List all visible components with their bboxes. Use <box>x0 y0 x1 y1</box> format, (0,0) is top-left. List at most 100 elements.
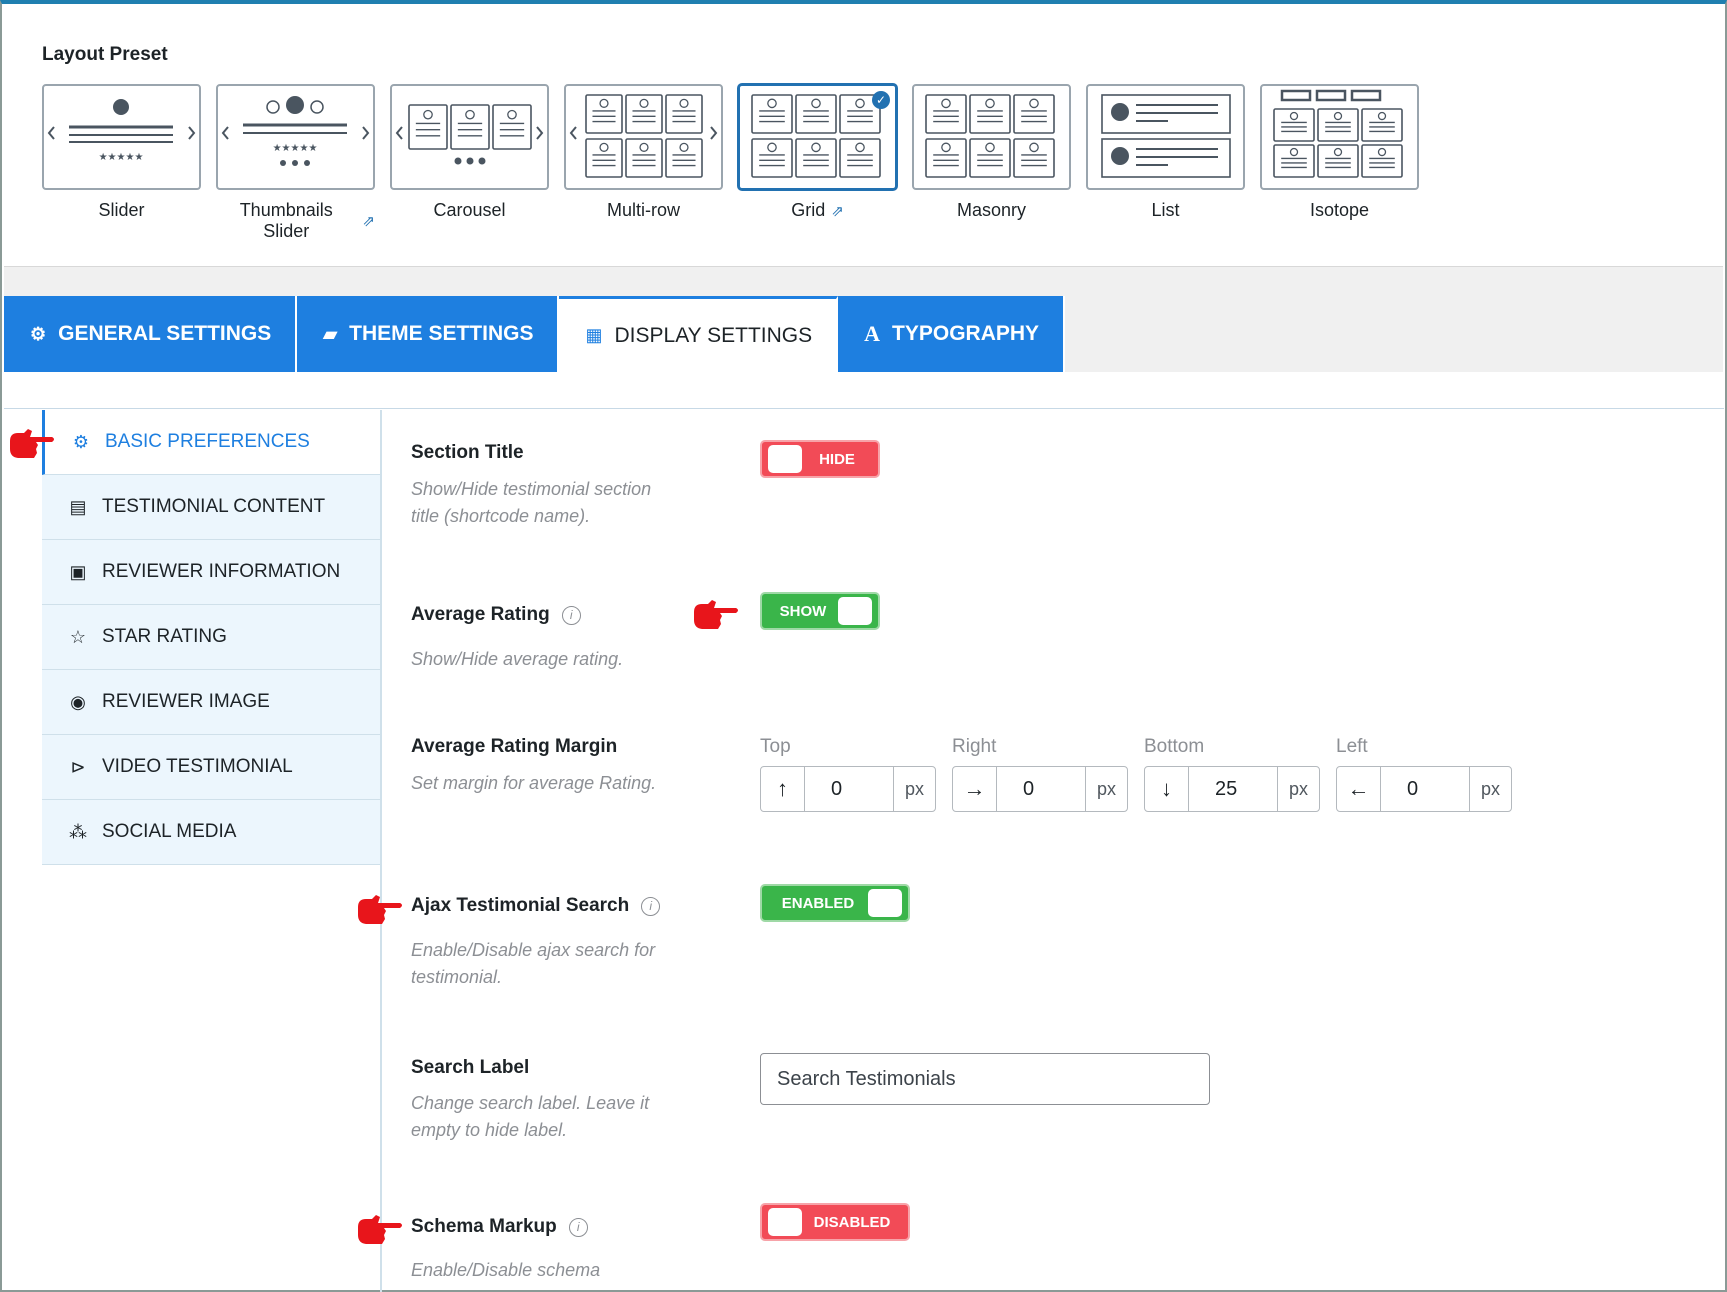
svg-text:★★★★★: ★★★★★ <box>99 152 144 163</box>
section-title-description: Show/Hide testimonial section title (sho… <box>411 479 652 526</box>
gear-icon: ⚙ <box>72 431 90 452</box>
margin-unit: px <box>1085 767 1127 811</box>
margin-unit: px <box>893 767 935 811</box>
sidebar-item-label: VIDEO TESTIMONIAL <box>102 756 293 777</box>
preset-thumbnail[interactable]: ✓ <box>738 84 897 190</box>
preset-label: List <box>1151 200 1179 221</box>
margin-bottom-group: Bottom ↓ 25 px <box>1144 736 1320 812</box>
preset-thumbnail[interactable] <box>1086 84 1245 190</box>
margin-left-group: Left ← 0 px <box>1336 736 1512 812</box>
margin-top-input[interactable]: ↑ 0 px <box>760 766 936 812</box>
average-rating-toggle[interactable]: SHOW <box>760 592 880 630</box>
schema-markup-toggle[interactable]: DISABLED <box>760 1203 910 1241</box>
preset-label-text: Isotope <box>1309 200 1370 220</box>
field-label-text: Average Rating <box>411 604 550 625</box>
margin-value[interactable]: 0 <box>805 778 893 801</box>
preset-thumbnail[interactable]: ★★★★★ <box>42 84 201 190</box>
pointing-hand-icon <box>10 429 54 458</box>
sidebar-item-video-testimonial[interactable]: ⊳ VIDEO TESTIMONIAL <box>42 735 380 800</box>
search-label-description: Change search label. Leave it empty to h… <box>411 1093 650 1140</box>
list-layout-icon <box>1088 85 1243 190</box>
schema-markup-label: Schema Markup i <box>411 1216 588 1238</box>
layout-preset-carousel[interactable]: Carousel <box>390 84 549 242</box>
preset-label: Grid ⇗ <box>791 200 844 221</box>
schema-markup-description: Enable/Disable schema <box>411 1260 601 1280</box>
external-link-icon[interactable]: ⇗ <box>831 202 844 220</box>
average-rating-margin-description: Set margin for average Rating. <box>411 773 657 793</box>
isotope-layout-icon <box>1262 85 1417 190</box>
info-icon[interactable]: i <box>568 1217 588 1237</box>
arrow-up-icon: ↑ <box>761 767 805 811</box>
tab-typography[interactable]: A TYPOGRAPHY <box>838 296 1066 372</box>
info-icon[interactable]: i <box>641 896 661 916</box>
margin-bottom-input[interactable]: ↓ 25 px <box>1144 766 1320 812</box>
typography-icon: A <box>864 321 881 346</box>
sidebar-item-basic-preferences[interactable]: ⚙ BASIC PREFERENCES <box>42 410 380 475</box>
margin-value[interactable]: 25 <box>1189 778 1277 801</box>
preset-label-text: List <box>1151 200 1180 220</box>
preset-label-text: Slider <box>98 200 145 220</box>
sidebar-item-reviewer-image[interactable]: ◉ REVIEWER IMAGE <box>42 670 380 735</box>
user-circle-icon: ◉ <box>70 691 86 712</box>
margin-top-group: Top ↑ 0 px <box>760 736 936 812</box>
margin-left-input[interactable]: ← 0 px <box>1336 766 1512 812</box>
layout-preset-multirow[interactable]: Multi-row <box>564 84 723 242</box>
margin-value[interactable]: 0 <box>1381 778 1469 801</box>
preset-thumbnail[interactable] <box>912 84 1071 190</box>
field-label-text: Section Title <box>411 442 524 463</box>
field-label-text: Search Label <box>411 1057 530 1078</box>
tab-display-settings[interactable]: ▦ DISPLAY SETTINGS <box>559 296 839 372</box>
toggle-knob <box>868 889 902 917</box>
preset-label-text: Grid <box>791 200 826 220</box>
settings-sidebar: ⚙ BASIC PREFERENCES ▤ TESTIMONIAL CONTEN… <box>42 410 382 1292</box>
layout-preset-grid[interactable]: ✓ Grid ⇗ <box>738 84 897 242</box>
layout-preset-masonry[interactable]: Masonry <box>912 84 1071 242</box>
tab-general-settings[interactable]: ⚙ GENERAL SETTINGS <box>4 296 298 372</box>
sidebar-item-testimonial-content[interactable]: ▤ TESTIMONIAL CONTENT <box>42 475 380 540</box>
layout-preset-isotope[interactable]: Isotope <box>1260 84 1419 242</box>
id-card-icon: ▣ <box>69 561 87 582</box>
video-icon: ⊳ <box>70 756 86 777</box>
field-label-text: Ajax Testimonial Search <box>411 895 630 916</box>
section-title-label: Section Title <box>411 442 524 464</box>
external-link-icon[interactable]: ⇗ <box>362 212 375 230</box>
arrow-down-icon: ↓ <box>1145 767 1189 811</box>
thumbs-layout-icon: ★★★★★ <box>218 85 373 190</box>
search-label-input[interactable]: Search Testimonials <box>760 1053 1210 1105</box>
pointing-hand-icon <box>358 1215 402 1244</box>
preset-label: Slider <box>98 200 144 221</box>
arrow-left-icon: ← <box>1337 767 1381 811</box>
check-icon: ✓ <box>872 91 890 109</box>
sidebar-item-social-media[interactable]: ⁂ SOCIAL MEDIA <box>42 800 380 865</box>
tab-theme-settings[interactable]: ▰ THEME SETTINGS <box>297 296 560 372</box>
layout-preset-slider[interactable]: ★★★★★ Slider <box>42 84 201 242</box>
sidebar-item-reviewer-information[interactable]: ▣ REVIEWER INFORMATION <box>42 540 380 605</box>
preset-thumbnail[interactable] <box>564 84 723 190</box>
layout-preset-list[interactable]: List <box>1086 84 1245 242</box>
preset-label-text: Masonry <box>956 200 1027 220</box>
ajax-search-toggle[interactable]: ENABLED <box>760 884 910 922</box>
share-icon: ⁂ <box>69 821 87 842</box>
preset-thumbnail[interactable] <box>1260 84 1419 190</box>
sidebar-item-star-rating[interactable]: ☆ STAR RATING <box>42 605 380 670</box>
sidebar-item-label: REVIEWER IMAGE <box>102 691 270 712</box>
sidebar-item-label: STAR RATING <box>102 626 227 647</box>
theme-icon: ▰ <box>323 323 338 344</box>
comment-icon: ▤ <box>69 496 87 517</box>
arrow-right-icon: → <box>953 767 997 811</box>
preset-thumbnail[interactable] <box>390 84 549 190</box>
margin-value[interactable]: 0 <box>997 778 1085 801</box>
toggle-knob <box>768 1208 802 1236</box>
section-title-toggle[interactable]: HIDE <box>760 440 880 478</box>
margin-right-group: Right → 0 px <box>952 736 1128 812</box>
svg-text:★★★★★: ★★★★★ <box>273 143 318 154</box>
sidebar-item-label: SOCIAL MEDIA <box>102 821 237 842</box>
preset-label-text: Multi-row <box>606 200 680 220</box>
info-icon[interactable]: i <box>561 605 581 625</box>
preset-thumbnail[interactable]: ★★★★★ <box>216 84 375 190</box>
layout-preset-thumbs[interactable]: ★★★★★ Thumbnails Slider ⇗ <box>216 84 375 242</box>
search-label-label: Search Label <box>411 1057 529 1079</box>
field-label-text: Schema Markup <box>411 1216 557 1237</box>
margin-right-input[interactable]: → 0 px <box>952 766 1128 812</box>
preset-label: Masonry <box>957 200 1026 221</box>
